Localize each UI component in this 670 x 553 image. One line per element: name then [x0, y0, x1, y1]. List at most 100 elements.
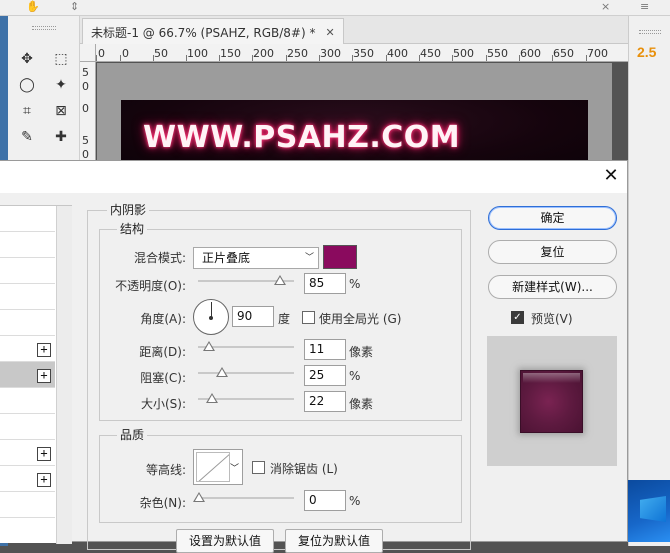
preview-checkbox[interactable]: ✓	[511, 311, 524, 324]
angle-label: 角度(A):	[140, 312, 186, 326]
choke-unit: %	[349, 369, 361, 383]
list-item[interactable]	[0, 388, 55, 414]
angle-input[interactable]: 90	[232, 306, 274, 327]
ruler-tick-label: 350	[353, 47, 374, 60]
slider-thumb[interactable]	[274, 275, 286, 285]
ruler-tick-label: 650	[553, 47, 574, 60]
ruler-tick-label: 600	[520, 47, 541, 60]
list-item[interactable]	[0, 206, 55, 232]
new-style-button[interactable]: 新建样式(W)...	[488, 275, 617, 299]
close-tab-icon[interactable]: ✕	[325, 26, 334, 39]
global-light-checkbox[interactable]	[302, 311, 315, 324]
size-slider[interactable]	[198, 393, 294, 403]
dialog-titlebar[interactable]	[0, 161, 627, 193]
distance-input[interactable]: 11	[304, 339, 346, 360]
move-options-icon[interactable]: ⇕	[70, 0, 79, 14]
list-item[interactable]	[0, 284, 55, 310]
distance-slider[interactable]	[198, 341, 294, 351]
ruler-tick-label: 150	[220, 47, 241, 60]
opacity-label: 不透明度(O):	[115, 279, 186, 293]
panel-value: 2.5	[637, 44, 657, 60]
choke-input[interactable]: 25	[304, 365, 346, 386]
list-item[interactable]	[0, 414, 55, 440]
crop-tool-icon[interactable]: ⌗	[16, 100, 38, 122]
size-label: 大小(S):	[140, 397, 186, 411]
opacity-input[interactable]: 85	[304, 273, 346, 294]
ruler-tick-label: 0	[82, 80, 89, 93]
ruler-tick-label: 5	[82, 66, 89, 79]
ok-button[interactable]: 确定	[488, 206, 617, 230]
ruler-tick-label: 550	[487, 47, 508, 60]
ruler-tick-label: 200	[253, 47, 274, 60]
document-tab-title: 未标题-1 @ 66.7% (PSAHZ, RGB/8#) *	[91, 25, 316, 40]
styles-scrollbar[interactable]	[56, 206, 72, 544]
slider-thumb[interactable]	[203, 341, 215, 351]
set-default-button[interactable]: 设置为默认值	[176, 529, 274, 553]
size-unit: 像素	[349, 397, 374, 411]
quality-title: 品质	[117, 426, 148, 443]
noise-label: 杂色(N):	[139, 496, 186, 510]
hand-tool-icon[interactable]: ✋	[26, 0, 40, 14]
preview-label[interactable]: 预览(V)	[531, 310, 573, 327]
angle-dial[interactable]	[193, 299, 229, 335]
blend-mode-select[interactable]: 正片叠底 ﹀	[193, 247, 319, 269]
structure-title: 结构	[117, 220, 148, 237]
opacity-slider[interactable]	[198, 275, 294, 285]
antialias-label[interactable]: 消除锯齿 (L)	[270, 460, 338, 477]
list-item[interactable]	[0, 232, 55, 258]
noise-unit: %	[349, 494, 361, 508]
horizontal-ruler[interactable]: 0 0 50 100 150 200 250 300 350 400 450 5…	[96, 44, 628, 62]
add-effect-icon[interactable]: +	[37, 447, 51, 461]
reset-default-button[interactable]: 复位为默认值	[285, 529, 383, 553]
antialias-checkbox[interactable]	[252, 461, 265, 474]
panel-menu-icon[interactable]: ≡	[640, 0, 649, 14]
shadow-color-swatch[interactable]	[323, 245, 357, 269]
noise-input[interactable]: 0	[304, 490, 346, 511]
panel-grip[interactable]	[639, 30, 661, 34]
slider-thumb[interactable]	[216, 367, 228, 377]
noise-slider[interactable]	[193, 492, 294, 502]
tools-panel: ✥ ⬚ ◯ ✦ ⌗ ⊠ ✎ ✚	[8, 16, 80, 166]
add-effect-icon[interactable]: +	[37, 343, 51, 357]
lasso-tool-icon[interactable]: ◯	[16, 74, 38, 96]
list-item[interactable]	[0, 310, 55, 336]
add-effect-icon[interactable]: +	[37, 473, 51, 487]
reset-button[interactable]: 复位	[488, 240, 617, 264]
contour-preview	[196, 452, 230, 482]
marquee-tool-icon[interactable]: ⬚	[50, 48, 72, 70]
panel-close-icon[interactable]: ×	[601, 0, 610, 14]
layer-style-dialog: ✕ + + + + 内阴影 结构 混合模式: 正片叠底 ﹀ 不透明度(O): 8…	[0, 160, 628, 553]
magic-wand-icon[interactable]: ✦	[50, 74, 72, 96]
choke-slider[interactable]	[198, 367, 294, 377]
list-item[interactable]	[0, 258, 55, 284]
slider-thumb[interactable]	[206, 393, 218, 403]
chevron-down-icon: ﹀	[229, 464, 239, 474]
opacity-unit: %	[349, 277, 361, 291]
frame-tool-icon[interactable]: ⊠	[50, 100, 72, 122]
angle-unit: 度	[278, 312, 291, 326]
size-input[interactable]: 22	[304, 391, 346, 412]
canvas-text: WWW.PSAHZ.COM	[143, 120, 461, 155]
eyedropper-icon[interactable]: ✎	[16, 126, 38, 148]
healing-brush-icon[interactable]: ✚	[50, 126, 72, 148]
contour-picker[interactable]: ﹀	[193, 449, 243, 485]
slider-thumb[interactable]	[193, 492, 205, 502]
add-effect-icon[interactable]: +	[37, 369, 51, 383]
distance-label: 距离(D):	[139, 345, 186, 359]
section-title: 内阴影	[107, 201, 150, 218]
angle-center	[209, 316, 213, 320]
vertical-ruler[interactable]: 5 0 0 5 0	[80, 62, 96, 162]
list-item[interactable]	[0, 492, 55, 518]
document-tab[interactable]: 未标题-1 @ 66.7% (PSAHZ, RGB/8#) * ✕	[82, 18, 344, 45]
style-preview	[487, 336, 617, 466]
ruler-corner	[80, 44, 96, 62]
ruler-tick-label: 250	[287, 47, 308, 60]
global-light-label[interactable]: 使用全局光 (G)	[319, 310, 401, 327]
ruler-tick-label: 0	[82, 102, 89, 115]
close-icon[interactable]: ✕	[600, 166, 622, 188]
ruler-tick-label: 400	[387, 47, 408, 60]
right-panel: 2.5	[628, 16, 670, 546]
move-tool-icon[interactable]: ✥	[16, 48, 38, 70]
ruler-tick-label: 5	[82, 134, 89, 147]
panel-grip[interactable]	[32, 26, 56, 30]
